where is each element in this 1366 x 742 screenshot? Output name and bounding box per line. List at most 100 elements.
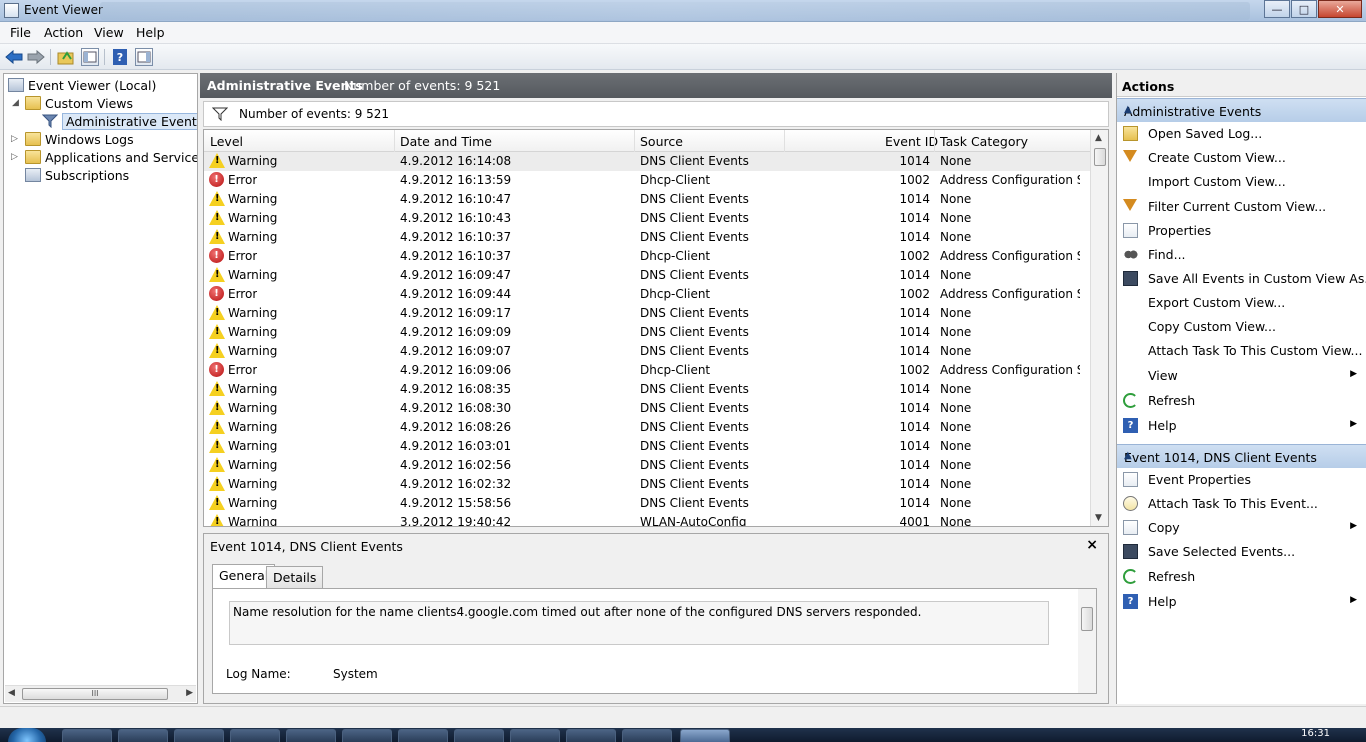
- collapse-triangle-icon[interactable]: ◢: [12, 98, 19, 108]
- table-row[interactable]: Warning 4.9.2012 16:10:37 DNS Client Event…: [204, 228, 1090, 247]
- tree-item-subscriptions[interactable]: Subscriptions: [25, 166, 129, 184]
- action-properties[interactable]: Properties: [1117, 220, 1366, 242]
- table-row[interactable]: Warning 4.9.2012 16:08:35 DNS Client Event…: [204, 380, 1090, 399]
- show-hide-action-pane-icon[interactable]: [135, 48, 153, 66]
- action-refresh[interactable]: Refresh: [1117, 566, 1366, 588]
- scroll-up-icon[interactable]: ▲: [1095, 133, 1102, 143]
- menu-help[interactable]: Help: [136, 25, 165, 40]
- back-arrow-icon[interactable]: [5, 48, 23, 66]
- action-open-saved-log[interactable]: Open Saved Log...: [1117, 123, 1366, 145]
- up-folder-icon[interactable]: [57, 48, 75, 66]
- actions-section-selected-event[interactable]: Event 1014, DNS Client Events ▲: [1117, 444, 1366, 468]
- scroll-right-icon[interactable]: ▶: [186, 688, 193, 698]
- action-export-custom-view[interactable]: Export Custom View...: [1117, 292, 1366, 314]
- table-row[interactable]: Warning 4.9.2012 16:08:26 DNS Client Event…: [204, 418, 1090, 437]
- taskbar-button[interactable]: [118, 729, 168, 742]
- taskbar-button[interactable]: [174, 729, 224, 742]
- action-event-properties[interactable]: Event Properties: [1117, 469, 1366, 491]
- table-row[interactable]: ! Error 4.9.2012 16:13:59 Dhcp-Client 1002 Ad…: [204, 171, 1090, 190]
- column-task-category[interactable]: Task Category: [940, 134, 1028, 149]
- forward-arrow-icon[interactable]: [27, 48, 45, 66]
- action-attach-task-to-this-custom-view[interactable]: Attach Task To This Custom View...: [1117, 340, 1366, 362]
- action-view[interactable]: View ▶: [1117, 365, 1366, 387]
- action-copy-custom-view[interactable]: Copy Custom View...: [1117, 316, 1366, 338]
- folder-icon: [25, 96, 41, 110]
- action-save-all-events-in-custom-view-as[interactable]: Save All Events in Custom View As...: [1117, 268, 1366, 290]
- table-row[interactable]: Warning 4.9.2012 16:09:47 DNS Client Event…: [204, 266, 1090, 285]
- table-row[interactable]: Warning 4.9.2012 15:58:56 DNS Client Event…: [204, 494, 1090, 513]
- table-row[interactable]: Warning 4.9.2012 16:02:32 DNS Client Event…: [204, 475, 1090, 494]
- taskbar-button[interactable]: [566, 729, 616, 742]
- funnel-icon: [1123, 199, 1137, 211]
- action-import-custom-view[interactable]: Import Custom View...: [1117, 171, 1366, 193]
- actions-section-administrative-events[interactable]: Administrative Events ▲: [1117, 98, 1366, 122]
- minimize-button[interactable]: —: [1264, 0, 1290, 18]
- events-vertical-scrollbar[interactable]: ▲ ▼: [1090, 130, 1108, 526]
- table-row[interactable]: Warning 4.9.2012 16:09:09 DNS Client Event…: [204, 323, 1090, 342]
- column-date-time[interactable]: Date and Time: [400, 134, 492, 149]
- tree-item-applications-and-services-logs[interactable]: Applications and Services Lo: [25, 148, 197, 166]
- taskbar-button-event-viewer[interactable]: [680, 729, 730, 742]
- expand-triangle-icon[interactable]: ▷: [11, 152, 18, 162]
- action-save-selected-events[interactable]: Save Selected Events...: [1117, 541, 1366, 563]
- collapse-icon[interactable]: ▲: [1124, 450, 1361, 461]
- detail-vertical-scrollbar[interactable]: [1078, 589, 1096, 693]
- taskbar-button[interactable]: [342, 729, 392, 742]
- tab-details[interactable]: Details: [266, 566, 324, 588]
- taskbar-button[interactable]: [230, 729, 280, 742]
- scroll-thumb[interactable]: [1094, 148, 1106, 166]
- taskbar-button[interactable]: [622, 729, 672, 742]
- taskbar-button[interactable]: [454, 729, 504, 742]
- cell-task-category: None: [940, 230, 972, 244]
- scroll-down-icon[interactable]: ▼: [1095, 513, 1102, 523]
- table-row[interactable]: Warning 4.9.2012 16:09:17 DNS Client Event…: [204, 304, 1090, 323]
- action-refresh[interactable]: Refresh: [1117, 390, 1366, 412]
- column-level[interactable]: Level: [210, 134, 243, 149]
- close-icon[interactable]: ×: [1086, 537, 1098, 553]
- action-help[interactable]: ? Help ▶: [1117, 591, 1366, 613]
- column-event-id[interactable]: Event ID: [885, 134, 938, 149]
- taskbar-button[interactable]: [286, 729, 336, 742]
- tree-item-administrative-events[interactable]: Administrative Events: [42, 112, 197, 130]
- expand-triangle-icon[interactable]: ▷: [11, 134, 18, 144]
- action-copy[interactable]: Copy ▶: [1117, 517, 1366, 539]
- action-attach-task-to-this-event[interactable]: Attach Task To This Event...: [1117, 493, 1366, 515]
- table-row[interactable]: Warning 4.9.2012 16:02:56 DNS Client Event…: [204, 456, 1090, 475]
- taskbar-button[interactable]: [62, 729, 112, 742]
- cell-source: DNS Client Events: [640, 344, 749, 358]
- table-row[interactable]: Warning 4.9.2012 16:14:08 DNS Client Event…: [204, 152, 1090, 171]
- start-button[interactable]: [8, 728, 46, 742]
- taskbar-button[interactable]: [398, 729, 448, 742]
- action-find[interactable]: Find...: [1117, 244, 1366, 266]
- show-hide-console-tree-icon[interactable]: [81, 48, 99, 66]
- table-row[interactable]: ! Error 4.9.2012 16:09:06 Dhcp-Client 1002 Ad…: [204, 361, 1090, 380]
- table-row[interactable]: Warning 4.9.2012 16:10:43 DNS Client Event…: [204, 209, 1090, 228]
- table-row[interactable]: ! Error 4.9.2012 16:09:44 Dhcp-Client 1002 Ad…: [204, 285, 1090, 304]
- menu-file[interactable]: File: [10, 25, 31, 40]
- table-row[interactable]: Warning 4.9.2012 16:10:47 DNS Client Event…: [204, 190, 1090, 209]
- table-row[interactable]: Warning 4.9.2012 16:09:07 DNS Client Event…: [204, 342, 1090, 361]
- table-row[interactable]: ! Error 4.9.2012 16:10:37 Dhcp-Client 1002 Ad…: [204, 247, 1090, 266]
- menu-action[interactable]: Action: [44, 25, 83, 40]
- tree-horizontal-scrollbar[interactable]: ◀ III ▶: [5, 685, 196, 702]
- tree-item-event-viewer-local[interactable]: Event Viewer (Local): [8, 76, 156, 94]
- tree-item-windows-logs[interactable]: Windows Logs: [25, 130, 134, 148]
- table-row[interactable]: Warning 4.9.2012 16:03:01 DNS Client Event…: [204, 437, 1090, 456]
- close-window-button[interactable]: ✕: [1318, 0, 1362, 18]
- table-row[interactable]: Warning 4.9.2012 16:08:30 DNS Client Event…: [204, 399, 1090, 418]
- table-row[interactable]: Warning 3.9.2012 19:40:42 WLAN-AutoConfig 4…: [204, 513, 1090, 526]
- column-source[interactable]: Source: [640, 134, 683, 149]
- tree-item-custom-views[interactable]: Custom Views: [25, 94, 133, 112]
- collapse-icon[interactable]: ▲: [1124, 104, 1361, 115]
- taskbar-button[interactable]: [510, 729, 560, 742]
- warning-icon: [209, 267, 225, 283]
- action-create-custom-view[interactable]: Create Custom View...: [1117, 147, 1366, 169]
- scroll-thumb[interactable]: III: [22, 688, 168, 700]
- scroll-left-icon[interactable]: ◀: [8, 688, 15, 698]
- action-filter-current-custom-view[interactable]: Filter Current Custom View...: [1117, 196, 1366, 218]
- menu-view[interactable]: View: [94, 25, 124, 40]
- scroll-thumb[interactable]: [1081, 607, 1093, 631]
- maximize-button[interactable]: □: [1291, 0, 1317, 18]
- help-icon[interactable]: ?: [111, 48, 129, 66]
- action-help[interactable]: ? Help ▶: [1117, 415, 1366, 437]
